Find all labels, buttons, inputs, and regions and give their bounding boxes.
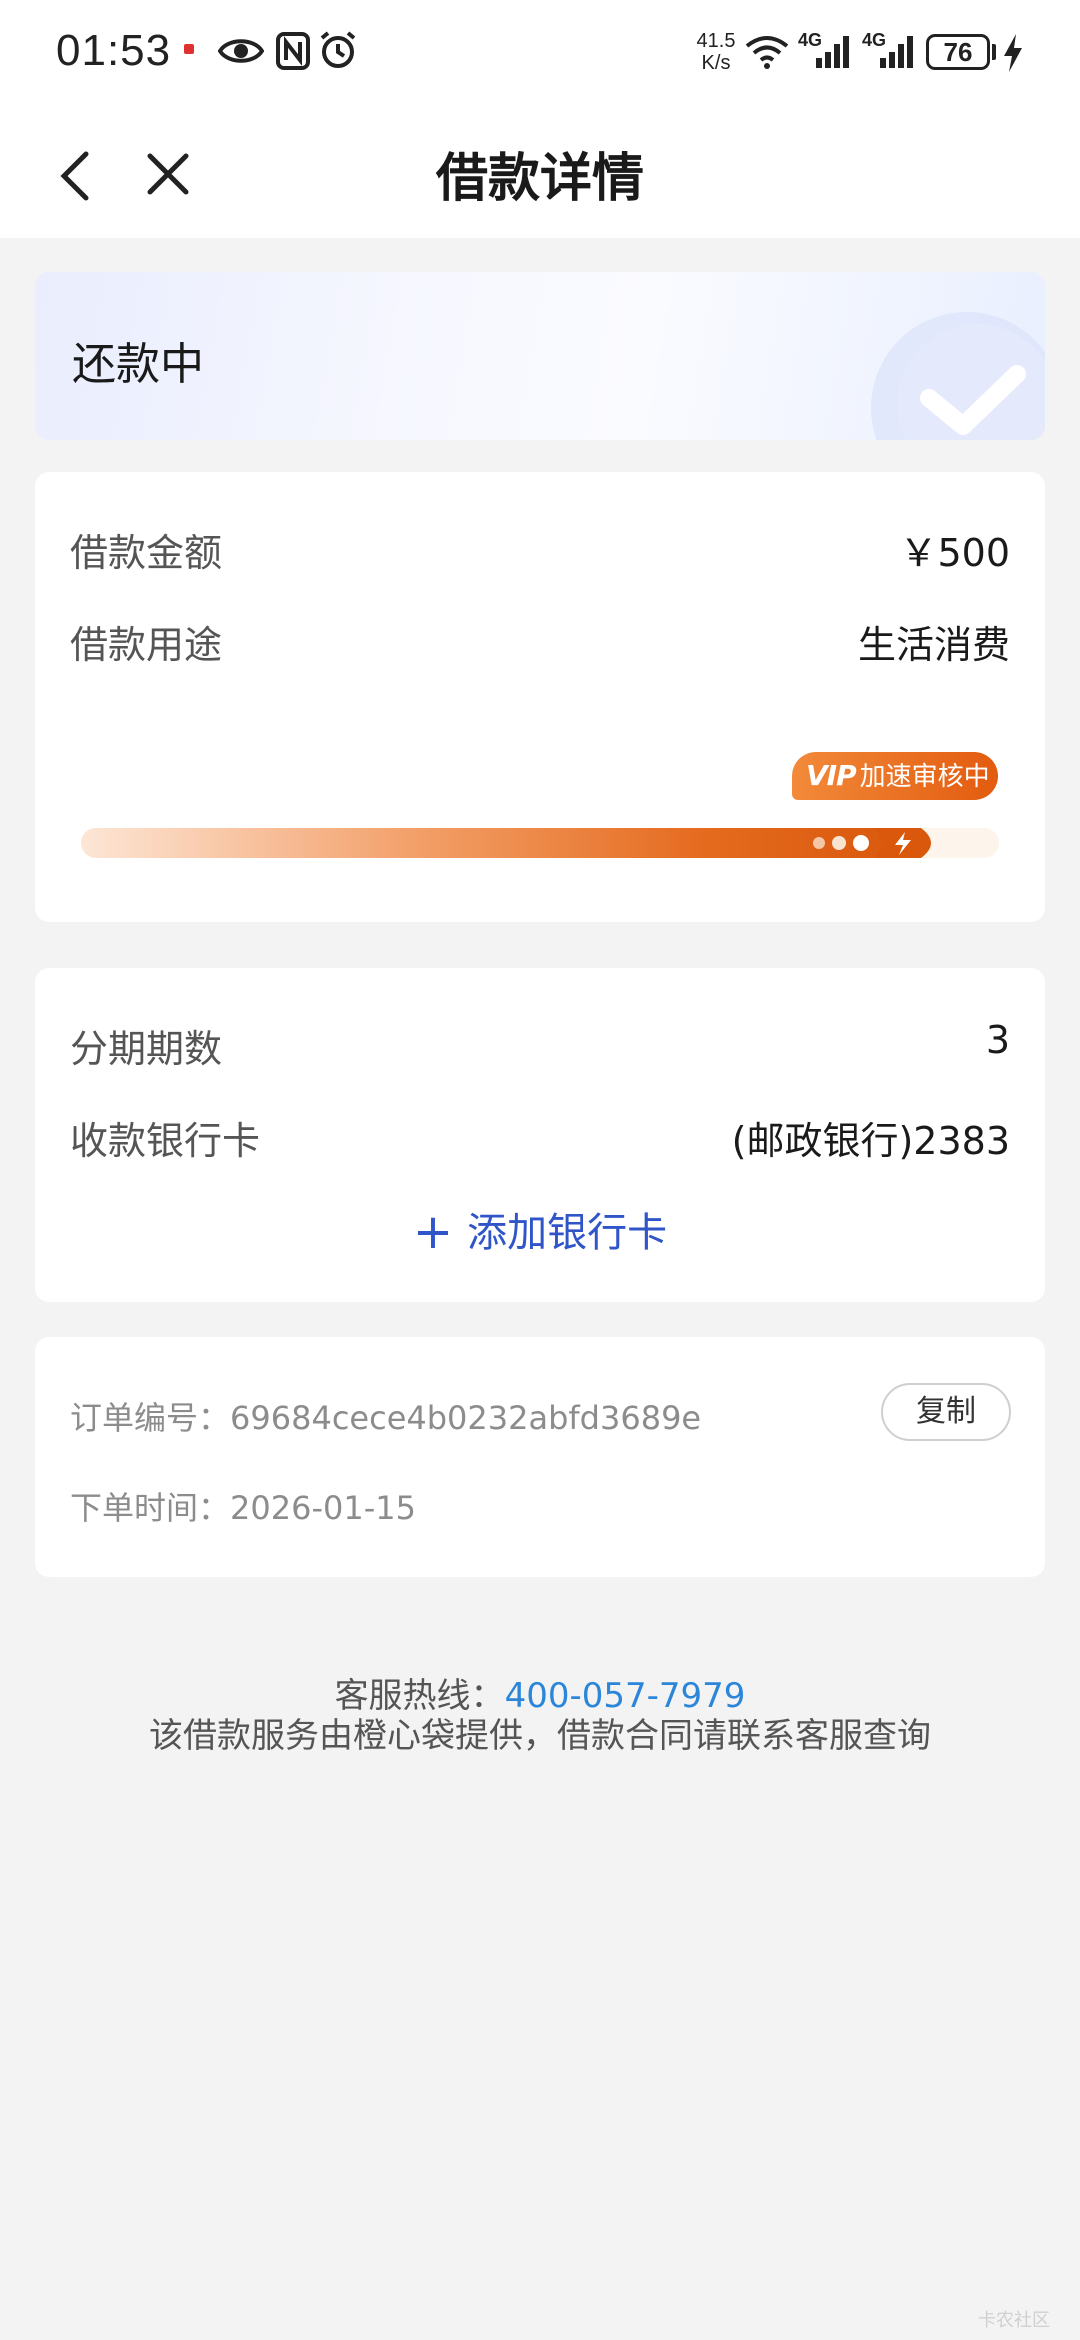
battery-level: 76 xyxy=(926,34,990,70)
vip-badge-prefix: VIP xyxy=(806,759,857,792)
order-time: 下单时间：2026-01-15 xyxy=(70,1483,416,1529)
network-speed: 41.5 K/s xyxy=(692,30,740,74)
loan-purpose-value: 生活消费 xyxy=(857,623,1010,667)
eye-icon xyxy=(218,39,264,63)
review-progress-fill xyxy=(81,828,908,858)
service-notice: 该借款服务由橙心袋提供，借款合同请联系客服查询 xyxy=(149,1716,931,1756)
add-bank-card-button[interactable]: + 添加银行卡 xyxy=(35,1200,1045,1260)
notification-icon xyxy=(184,44,194,54)
charging-icon xyxy=(1004,34,1022,72)
installments-label: 分期期数 xyxy=(70,1027,223,1071)
order-number: 订单编号：69684cece4b0232abfd3689e xyxy=(70,1393,701,1439)
order-time-label: 下单时间： xyxy=(70,1489,231,1527)
loan-amount-value: ￥500 xyxy=(899,531,1010,575)
copy-button[interactable]: 复制 xyxy=(881,1383,1011,1441)
battery-cap xyxy=(992,44,996,60)
loan-purpose-label: 借款用途 xyxy=(70,623,223,667)
wifi-icon xyxy=(745,36,789,69)
vip-badge-text: 加速审核中 xyxy=(859,762,990,792)
order-number-label: 订单编号： xyxy=(70,1399,231,1437)
check-icon xyxy=(871,312,1045,440)
plus-icon: + xyxy=(412,1204,454,1260)
nav-bar: 借款详情 xyxy=(0,110,1080,238)
watermark: 卡农社区 xyxy=(978,2310,1050,2331)
loan-status-label: 还款中 xyxy=(72,339,204,390)
order-time-value: 2026-01-15 xyxy=(230,1489,416,1527)
loan-amount-label: 借款金额 xyxy=(70,531,223,575)
page-title: 借款详情 xyxy=(435,149,644,209)
order-number-value: 69684cece4b0232abfd3689e xyxy=(230,1399,702,1437)
vip-review-badge: VIP 加速审核中 xyxy=(792,752,998,800)
loan-info-card: 借款金额 ￥500 借款用途 生活消费 VIP 加速审核中 xyxy=(35,472,1045,922)
add-bank-card-label: 添加银行卡 xyxy=(467,1210,668,1256)
bank-card-value: (邮政银行)2383 xyxy=(731,1119,1010,1163)
order-info-card: 订单编号：69684cece4b0232abfd3689e 复制 下单时间：20… xyxy=(35,1337,1045,1577)
nfc-icon xyxy=(276,32,310,70)
installments-value: 3 xyxy=(985,1018,1010,1062)
status-bar: 01:53 41.5 K/s 4G 4G 76 xyxy=(0,0,1080,110)
cellular-signal-icon xyxy=(816,36,849,68)
network-speed-unit: K/s xyxy=(701,52,731,74)
alarm-icon xyxy=(320,31,356,68)
loan-status-card: 还款中 xyxy=(35,272,1045,440)
repayment-card: 分期期数 3 收款银行卡 (邮政银行)2383 + 添加银行卡 xyxy=(35,968,1045,1302)
cellular-signal-icon xyxy=(880,36,913,68)
rocket-icon xyxy=(813,828,931,858)
bank-card-label: 收款银行卡 xyxy=(70,1119,261,1163)
status-time: 01:53 xyxy=(56,26,172,75)
network-speed-value: 41.5 xyxy=(696,30,736,52)
